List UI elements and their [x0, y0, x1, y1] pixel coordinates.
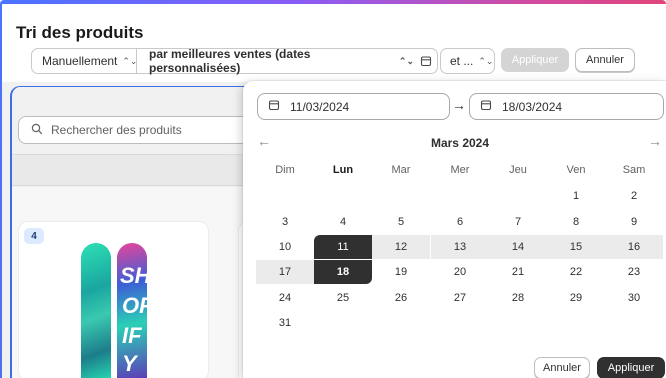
calendar-day[interactable]: 24	[256, 286, 314, 310]
calendar-day[interactable]: 1	[547, 184, 605, 208]
weekday-header: Jeu	[509, 164, 527, 176]
calendar-day[interactable]: 31	[256, 311, 314, 335]
top-gradient-border	[0, 0, 666, 4]
arrow-right-icon: →	[452, 97, 466, 113]
svg-text:Y: Y	[122, 351, 139, 376]
chevron-updown-icon: ⌃⌄	[398, 55, 414, 66]
calendar-day[interactable]: 16	[605, 235, 663, 259]
calendar-day[interactable]: 12	[372, 235, 430, 259]
calendar-day[interactable]: 27	[431, 286, 489, 310]
calendar-day[interactable]: 25	[314, 286, 372, 310]
popover-cancel-button[interactable]: Annuler	[534, 357, 590, 378]
month-label: Mars 2024	[430, 136, 490, 150]
calendar-day[interactable]: 8	[547, 210, 605, 234]
calendar-day[interactable]: 26	[372, 286, 430, 310]
sort-mode-select[interactable]: Manuellement ⌃⌄	[31, 48, 137, 74]
apply-button-disabled[interactable]: Appliquer	[501, 48, 569, 72]
calendar-day[interactable]: 4	[314, 210, 372, 234]
start-date-value: 11/03/2024	[290, 99, 350, 114]
previous-month-arrow-icon[interactable]: ←	[257, 133, 271, 149]
calendar-day[interactable]: 6	[431, 210, 489, 234]
calendar-day[interactable]: 7	[489, 210, 547, 234]
calendar-icon	[268, 99, 280, 114]
chevron-updown-icon: ⌃⌄	[478, 55, 494, 66]
product-card[interactable]	[18, 221, 209, 378]
sort-metric-select[interactable]: par meilleures ventes (dates personnalis…	[136, 47, 415, 75]
search-icon	[31, 123, 43, 138]
svg-text:IF: IF	[122, 323, 142, 348]
end-date-field[interactable]: 18/03/2024	[469, 93, 664, 120]
cancel-button[interactable]: Annuler	[575, 48, 635, 72]
toolbar-strip	[12, 154, 262, 186]
weekday-header: Mer	[450, 164, 470, 176]
calendar-day[interactable]: 13	[431, 235, 489, 259]
calendar-icon	[420, 56, 431, 67]
sort-metric-label: par meilleures ventes (dates personnalis…	[149, 47, 311, 75]
calendar-day[interactable]: 30	[605, 286, 663, 310]
conjunction-label: et ...	[450, 54, 474, 68]
calendar-day[interactable]: 18	[314, 260, 372, 284]
calendar-day[interactable]: 5	[372, 210, 430, 234]
weekday-header: Lun	[332, 164, 354, 176]
calendar-day[interactable]: 20	[431, 260, 489, 284]
svg-text:OP: OP	[122, 293, 147, 318]
sort-mode-label: Manuellement	[42, 54, 118, 68]
calendar-day[interactable]: 29	[547, 286, 605, 310]
calendar-day[interactable]: 10	[256, 235, 314, 259]
calendar-day[interactable]: 15	[547, 235, 605, 259]
calendar-day[interactable]: 28	[489, 286, 547, 310]
weekday-header: Sam	[622, 164, 646, 176]
search-input[interactable]: Rechercher des produits	[18, 116, 258, 144]
calendar-day[interactable]: 23	[605, 260, 663, 284]
conjunction-select[interactable]: et ... ⌃⌄	[440, 48, 495, 74]
calendar-day[interactable]: 21	[489, 260, 547, 284]
calendar-button[interactable]	[414, 48, 438, 74]
calendar-day[interactable]: 2	[605, 184, 663, 208]
end-date-value: 18/03/2024	[502, 99, 563, 114]
snowboard-image: SH OP IF Y	[117, 243, 147, 378]
weekday-header: Dim	[275, 164, 295, 176]
calendar-day[interactable]: 9	[605, 210, 663, 234]
page-title: Tri des produits	[16, 23, 144, 42]
start-date-field[interactable]: 11/03/2024	[257, 93, 450, 120]
calendar-day[interactable]: 11	[314, 235, 372, 259]
calendar-icon	[480, 99, 492, 114]
calendar-day[interactable]: 3	[256, 210, 314, 234]
weekday-header: Ven	[566, 164, 586, 176]
next-month-arrow-icon[interactable]: →	[648, 133, 662, 149]
calendar-day[interactable]: 22	[547, 260, 605, 284]
rank-badge: 4	[24, 228, 44, 244]
snowboard-image	[81, 243, 111, 378]
weekday-header: Mar	[391, 164, 411, 176]
calendar-day[interactable]: 19	[372, 260, 430, 284]
search-placeholder: Rechercher des produits	[51, 123, 182, 137]
calendar-day[interactable]: 14	[489, 235, 547, 259]
popover-apply-button[interactable]: Appliquer	[597, 357, 665, 378]
svg-text:SH: SH	[120, 263, 147, 288]
calendar-day[interactable]: 17	[256, 260, 314, 284]
